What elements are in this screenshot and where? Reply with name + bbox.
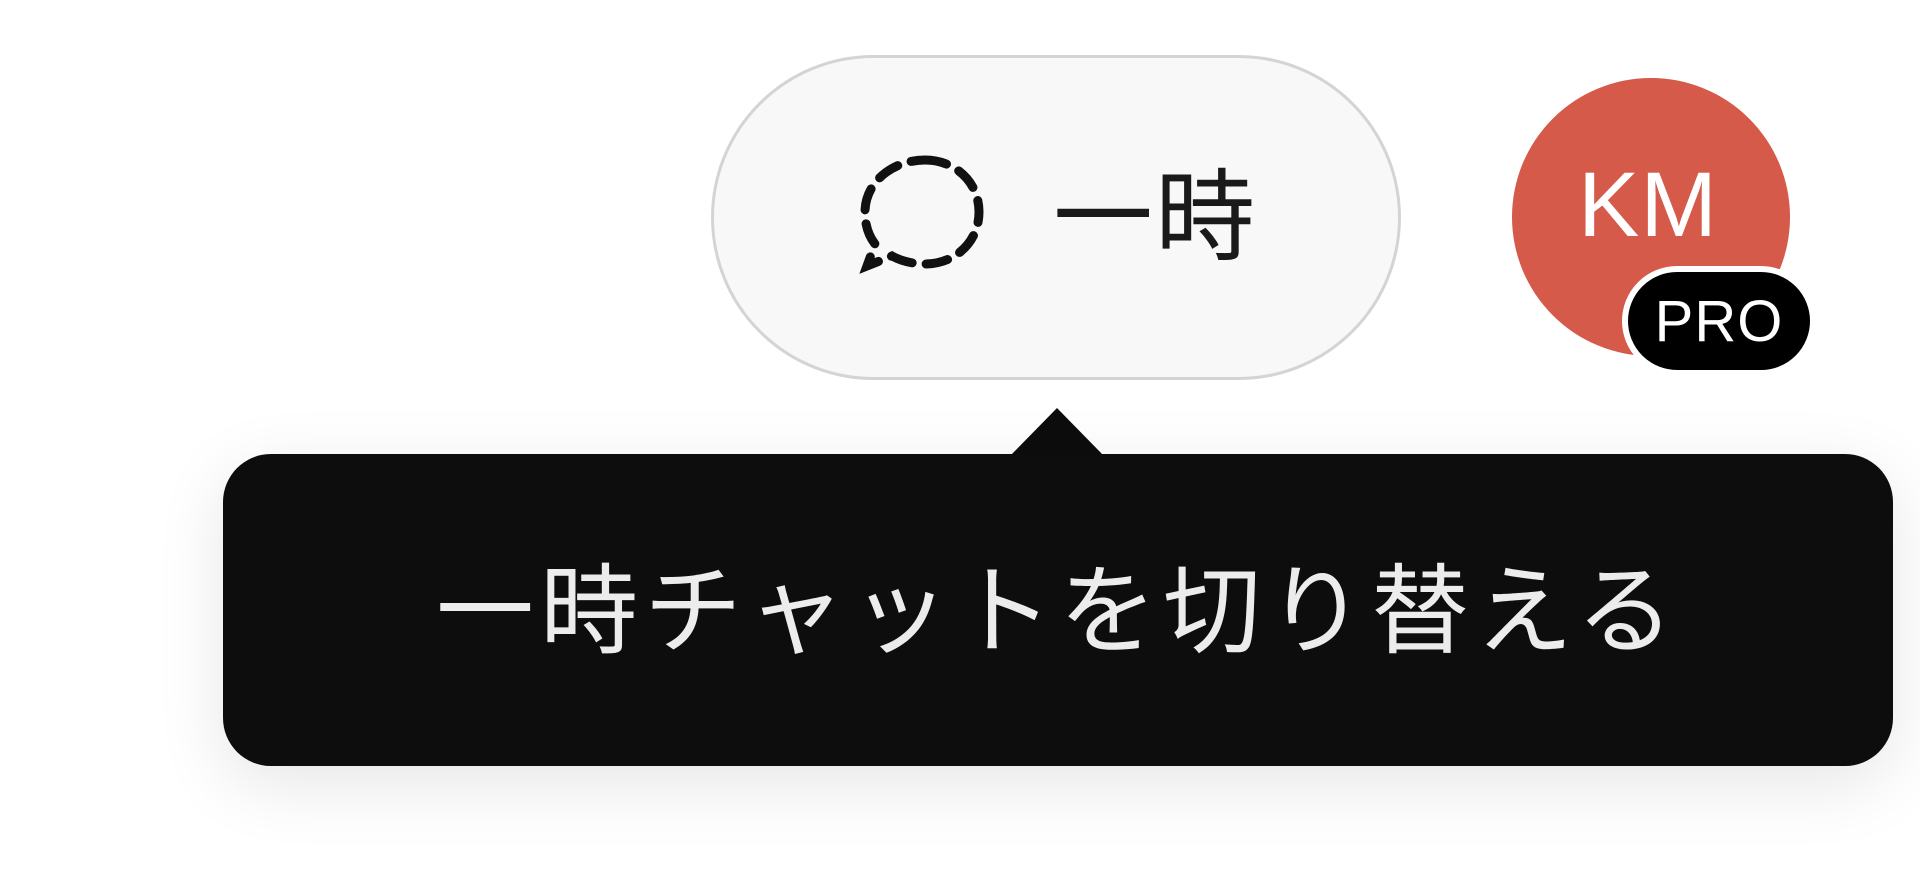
pro-badge: PRO (1622, 266, 1816, 376)
tooltip-text: 一時チャットを切り替える (435, 555, 1681, 669)
avatar-initials: KM (1578, 153, 1718, 256)
temporary-chat-label: 一時 (1053, 158, 1257, 276)
temporary-chat-button[interactable]: 一時 (711, 55, 1401, 380)
header-area: 一時 KM PRO 一時チャットを切り替える (0, 0, 1920, 890)
pro-badge-label: PRO (1654, 288, 1784, 354)
tooltip: 一時チャットを切り替える (223, 454, 1893, 766)
tooltip-arrow (1010, 408, 1104, 456)
dashed-chat-bubble-icon (859, 154, 984, 274)
